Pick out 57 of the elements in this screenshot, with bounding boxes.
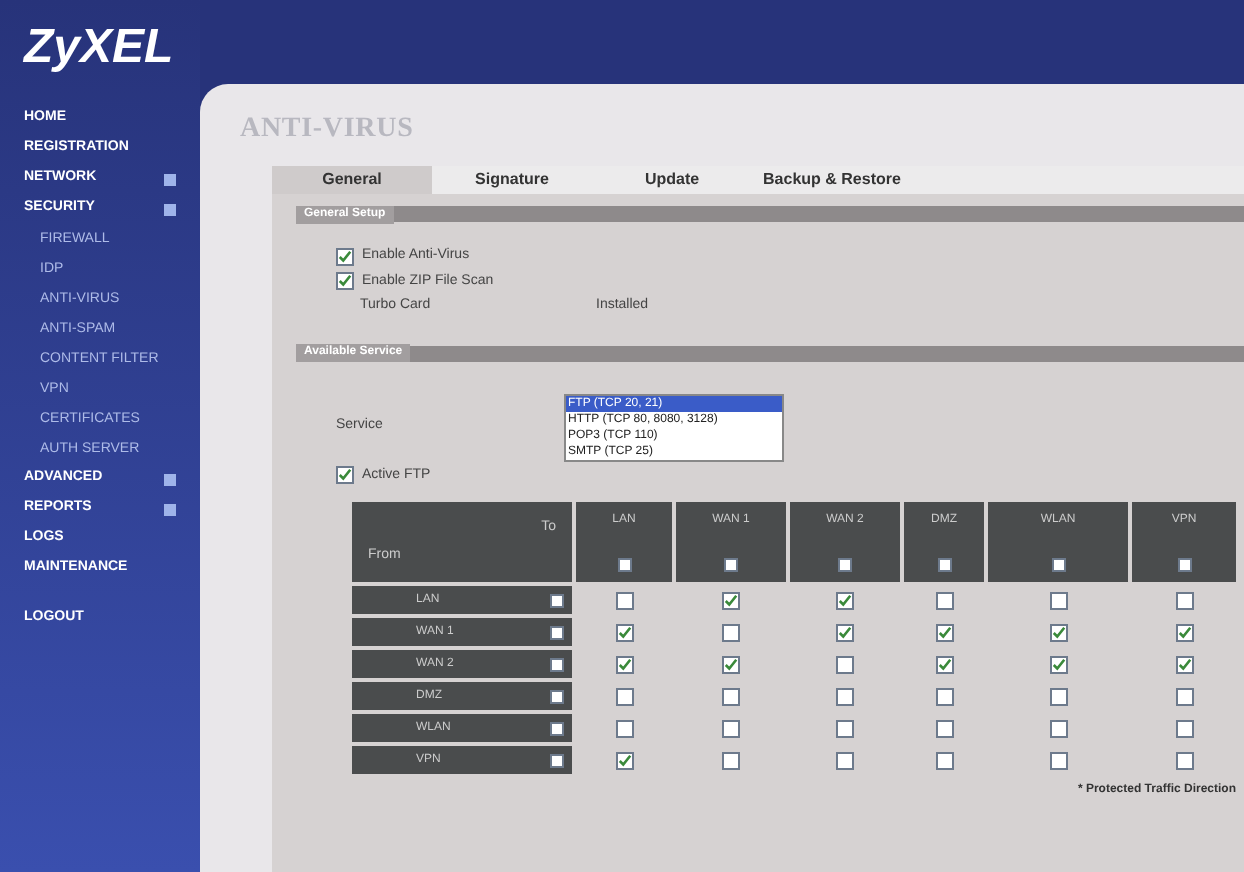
checkbox[interactable] <box>615 655 633 673</box>
checkbox[interactable] <box>550 593 564 607</box>
checkbox[interactable] <box>550 721 564 735</box>
checkbox[interactable] <box>838 558 852 572</box>
checkbox[interactable] <box>550 689 564 703</box>
checkbox[interactable] <box>722 719 740 737</box>
checkbox[interactable] <box>836 623 854 641</box>
checkbox[interactable] <box>1051 558 1065 572</box>
checkbox[interactable] <box>615 687 633 705</box>
checkbox[interactable] <box>1175 751 1193 769</box>
checkbox[interactable] <box>836 591 854 609</box>
expand-icon[interactable] <box>164 173 176 185</box>
checkbox[interactable] <box>1049 591 1067 609</box>
checkbox[interactable] <box>935 751 953 769</box>
checkbox[interactable] <box>1175 719 1193 737</box>
expand-icon[interactable] <box>164 473 176 485</box>
checkbox[interactable] <box>722 751 740 769</box>
checkbox[interactable] <box>615 623 633 641</box>
checkbox[interactable] <box>1175 687 1193 705</box>
expand-icon[interactable] <box>164 203 176 215</box>
checkbox[interactable] <box>836 751 854 769</box>
checkbox[interactable] <box>935 591 953 609</box>
checkbox[interactable] <box>336 466 354 485</box>
checkbox[interactable] <box>836 687 854 705</box>
checkbox[interactable] <box>836 655 854 673</box>
checkbox[interactable] <box>1049 655 1067 673</box>
checkbox[interactable] <box>724 558 738 572</box>
checkbox[interactable] <box>615 719 633 737</box>
checkbox[interactable] <box>935 687 953 705</box>
checkbox[interactable] <box>1175 623 1193 641</box>
checkbox[interactable] <box>550 625 564 639</box>
checkbox[interactable] <box>722 591 740 609</box>
checkbox[interactable] <box>722 655 740 673</box>
checkbox[interactable] <box>1177 558 1191 572</box>
checkbox[interactable] <box>550 657 564 671</box>
checkbox[interactable] <box>935 623 953 641</box>
checkbox[interactable] <box>836 719 854 737</box>
checkbox[interactable] <box>336 247 354 266</box>
checkbox[interactable] <box>722 623 740 641</box>
checkbox[interactable] <box>550 753 564 767</box>
checkbox[interactable] <box>935 655 953 673</box>
checkbox[interactable] <box>937 558 951 572</box>
logo: ZyXEL <box>21 18 176 78</box>
checkbox[interactable] <box>1175 655 1193 673</box>
checkbox[interactable] <box>615 751 633 769</box>
checkbox[interactable] <box>1049 719 1067 737</box>
checkbox[interactable] <box>617 558 631 572</box>
checkbox[interactable] <box>1175 591 1193 609</box>
checkbox[interactable] <box>615 591 633 609</box>
checkbox[interactable] <box>935 719 953 737</box>
checkbox[interactable] <box>1049 751 1067 769</box>
tab[interactable]: General <box>272 166 432 194</box>
expand-icon[interactable] <box>164 503 176 515</box>
checkbox[interactable] <box>1049 687 1067 705</box>
checkbox[interactable] <box>1049 623 1067 641</box>
checkbox[interactable] <box>336 272 354 291</box>
checkbox[interactable] <box>722 687 740 705</box>
